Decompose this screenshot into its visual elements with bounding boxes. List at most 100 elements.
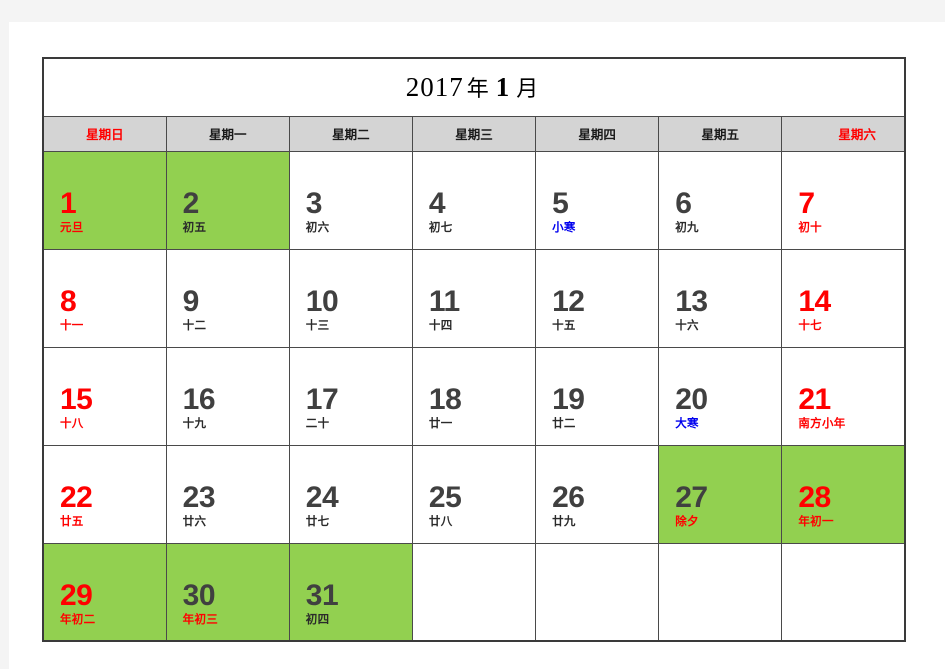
day-number: 26	[552, 481, 585, 514]
day-content: 8 十一	[60, 287, 84, 333]
day-number: 13	[675, 285, 708, 318]
title-month-suffix: 月	[516, 76, 540, 102]
day-number: 21	[798, 383, 831, 416]
day-content: 2 初五	[183, 189, 207, 235]
calendar-day-cell[interactable]: 27 除夕	[658, 444, 783, 544]
calendar-day-cell[interactable]: 29 年初二	[42, 542, 167, 642]
page-top-margin-strip	[0, 0, 945, 22]
calendar-day-cell[interactable]: 7 初十	[781, 150, 906, 250]
weekday-header-label: 星期一	[208, 128, 247, 142]
calendar-day-cell[interactable]: 22 廿五	[42, 444, 167, 544]
calendar-day-cell[interactable]: 1 元旦	[42, 150, 167, 250]
calendar-day-cell[interactable]: 9 十二	[165, 248, 290, 348]
day-lunar-label: 廿二	[552, 418, 576, 430]
calendar-day-cell-empty	[781, 542, 906, 642]
calendar-day-cell[interactable]: 26 廿九	[535, 444, 660, 544]
calendar-week-row: 15 十八 16 十九 17 二十 18 廿一 19 廿二 20 大寒 21 南方小年	[42, 346, 906, 446]
day-number: 24	[305, 481, 339, 514]
day-lunar-label: 小寒	[552, 222, 576, 234]
day-number: 23	[182, 481, 216, 514]
weekday-header-label: 星期六	[838, 128, 876, 142]
day-number: 31	[305, 578, 339, 612]
day-content: 5 小寒	[552, 189, 576, 235]
calendar-day-cell[interactable]: 14 十七	[781, 248, 906, 348]
day-content: 11 十四	[429, 287, 460, 333]
day-lunar-label: 除夕	[675, 516, 699, 528]
calendar-day-cell[interactable]: 20 大寒	[658, 346, 783, 446]
day-content: 18 廿一	[428, 383, 462, 431]
day-lunar-label: 年初三	[182, 613, 219, 626]
calendar-day-cell[interactable]: 6 初九	[658, 150, 783, 250]
calendar-day-cell[interactable]: 18 廿一	[411, 346, 537, 446]
calendar-day-cell[interactable]: 30 年初三	[165, 542, 290, 642]
calendar-day-cell[interactable]: 16 十九	[165, 346, 290, 446]
day-number: 28	[798, 481, 831, 514]
calendar-day-cell[interactable]: 3 初六	[288, 150, 413, 250]
day-lunar-label: 十七	[798, 320, 822, 332]
day-lunar-label: 十三	[305, 320, 330, 332]
calendar-day-cell[interactable]: 19 廿二	[535, 346, 660, 446]
day-number: 3	[305, 187, 323, 220]
day-lunar-label: 南方小年	[798, 418, 846, 430]
calendar-day-cell[interactable]: 2 初五	[165, 150, 290, 250]
day-content: 12 十五	[552, 287, 585, 333]
calendar-day-cell[interactable]: 8 十一	[42, 248, 167, 348]
title-year-suffix: 年	[466, 76, 490, 102]
day-lunar-label: 初七	[428, 222, 453, 234]
calendar-day-cell[interactable]: 15 十八	[42, 346, 167, 446]
day-content: 29 年初二	[60, 580, 95, 627]
day-content: 16 十九	[182, 383, 216, 431]
weekday-header-label: 星期日	[86, 128, 124, 142]
day-lunar-label: 十四	[428, 320, 453, 332]
day-number: 4	[428, 187, 446, 220]
day-lunar-label: 初十	[798, 222, 822, 234]
title-month: 1	[495, 72, 511, 103]
weekday-header-0: 星期日	[42, 115, 167, 152]
calendar-day-cell[interactable]: 28 年初一	[781, 444, 906, 544]
day-content: 17 二十	[306, 385, 339, 431]
day-content: 23 廿六	[182, 481, 216, 529]
calendar-day-cell[interactable]: 10 十三	[288, 248, 413, 348]
calendar-day-cell[interactable]: 21 南方小年	[781, 346, 906, 446]
day-number: 18	[428, 383, 462, 416]
calendar-day-cell-empty	[658, 542, 783, 642]
calendar-day-cell[interactable]: 23 廿六	[165, 444, 290, 544]
day-content: 6 初九	[675, 189, 699, 235]
day-lunar-label: 廿九	[552, 516, 576, 528]
day-lunar-label: 初九	[675, 222, 699, 234]
calendar-table: 2017 年 1 月 星期日 星期一 星期二 星期三 星期四 星期五 星期六 1 元旦 2 初五 3 初六 4…	[42, 57, 906, 642]
calendar-day-cell-empty	[535, 542, 660, 642]
calendar-day-cell[interactable]: 5 小寒	[535, 150, 660, 250]
day-number: 19	[552, 383, 585, 416]
day-number: 22	[60, 481, 93, 514]
calendar-title-cell: 2017 年 1 月	[42, 57, 906, 117]
weekday-header-label: 星期三	[455, 128, 493, 142]
calendar-day-cell[interactable]: 31 初四	[288, 542, 413, 642]
calendar-day-cell[interactable]: 13 十六	[658, 248, 783, 348]
calendar-day-cell[interactable]: 12 十五	[535, 248, 660, 348]
calendar-day-cell[interactable]: 25 廿八	[411, 444, 537, 544]
day-lunar-label: 十二	[182, 320, 207, 332]
day-lunar-label: 十六	[675, 320, 699, 332]
day-number: 16	[182, 383, 216, 416]
weekday-header-row: 星期日 星期一 星期二 星期三 星期四 星期五 星期六	[42, 115, 906, 152]
calendar-day-cell[interactable]: 11 十四	[411, 248, 537, 348]
calendar-week-row: 8 十一 9 十二 10 十三 11 十四 12 十五 13 十六 14 十七	[42, 248, 906, 348]
day-content: 19 廿二	[552, 383, 585, 431]
day-content: 31 初四	[305, 578, 339, 627]
calendar-day-cell[interactable]: 24 廿七	[288, 444, 413, 544]
day-number: 5	[552, 187, 569, 220]
day-lunar-label: 初五	[182, 222, 207, 234]
weekday-header-label: 星期五	[701, 128, 740, 142]
calendar-day-cell[interactable]: 17 二十	[288, 346, 413, 446]
weekday-header-4: 星期四	[535, 115, 660, 152]
day-lunar-label: 十九	[182, 418, 207, 430]
day-content: 10 十三	[305, 287, 339, 333]
day-number: 15	[60, 383, 93, 416]
title-year: 2017	[405, 72, 464, 103]
day-content: 9 十二	[183, 287, 207, 333]
day-content: 1 元旦	[60, 189, 84, 235]
page-title: 2017 年 1 月	[406, 72, 543, 102]
calendar-day-cell[interactable]: 4 初七	[411, 150, 537, 250]
day-number: 1	[60, 187, 77, 220]
